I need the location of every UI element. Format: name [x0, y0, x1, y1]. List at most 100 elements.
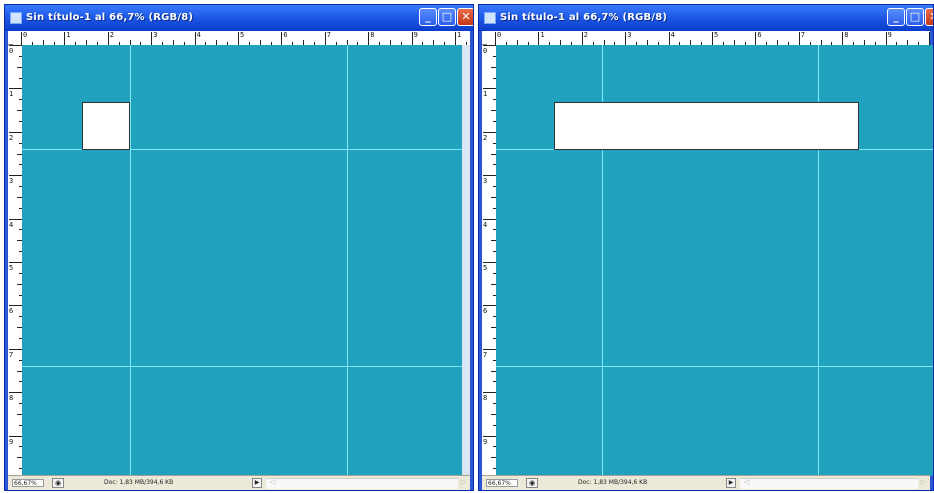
ruler-tick [885, 32, 887, 45]
zoom-field[interactable]: 66,67% [486, 479, 518, 487]
ruler-tick [9, 88, 22, 90]
ruler-number: 0 [483, 47, 488, 55]
ruler-tick [842, 32, 844, 45]
ruler-tick [538, 32, 540, 45]
ruler-tick [9, 45, 22, 46]
status-options-button[interactable]: ◉ [526, 478, 538, 488]
status-bar: 66,67% ◉ Doc: 1,83 MB/394,6 KB ▶ ◁ ▷ [8, 475, 470, 490]
status-bar: 66,67% ◉ Doc: 1,83 MB/394,6 KB ▶ ◁ ▷ [482, 475, 930, 490]
scroll-left-icon[interactable]: ◁ [744, 478, 749, 486]
close-button[interactable]: ✕ [457, 8, 473, 26]
ruler-tick [9, 175, 22, 177]
title-bar[interactable]: Sin título-1 al 66,7% (RGB/8) _ □ ✕ [479, 5, 933, 31]
ruler-tick [107, 32, 109, 45]
ruler-tick [483, 45, 496, 46]
document-icon [10, 12, 22, 24]
horizontal-scrollbar[interactable] [740, 478, 918, 489]
maximize-button[interactable]: □ [438, 8, 456, 26]
ruler-tick [324, 32, 326, 45]
ruler-number: 1 [483, 90, 488, 99]
status-menu-arrow-icon: ▶ [254, 479, 260, 486]
ruler-tick [712, 32, 713, 45]
ruler-number: 7 [483, 350, 488, 359]
ruler-tick [368, 32, 370, 45]
document-window-right[interactable]: Sin título-1 al 66,7% (RGB/8) _ □ ✕ 0 1 2 3… [478, 4, 934, 491]
horizontal-guide[interactable] [496, 366, 933, 367]
ruler-tick [411, 32, 413, 45]
ruler-number: 4 [196, 31, 201, 39]
scroll-right-icon[interactable]: ▷ [921, 478, 926, 486]
vertical-ruler[interactable]: 01234567891 [482, 45, 497, 476]
status-menu-button[interactable]: ▶ [726, 478, 736, 488]
ruler-tick [151, 32, 153, 45]
white-rectangle-shape[interactable] [554, 102, 859, 150]
ruler-number: 8 [370, 31, 375, 39]
horizontal-guide[interactable] [22, 366, 462, 367]
maximize-icon: □ [909, 10, 921, 23]
ruler-tick [194, 32, 196, 45]
image-canvas[interactable] [496, 45, 933, 476]
ruler-number: 8 [844, 31, 849, 39]
horizontal-ruler[interactable]: 01234567891 [487, 31, 930, 46]
horizontal-ruler[interactable]: 01234567891 [13, 31, 470, 46]
maximize-button[interactable]: □ [906, 8, 924, 26]
ruler-tick [9, 218, 22, 220]
document-size-info: Doc: 1,83 MB/394,6 KB [578, 479, 648, 486]
ruler-number: 5 [9, 264, 14, 272]
ruler-tick [483, 131, 496, 133]
minimize-button[interactable]: _ [887, 8, 905, 26]
ruler-tick [9, 392, 22, 394]
ruler-tick [281, 32, 283, 45]
close-button[interactable]: ✕ [925, 8, 933, 26]
vertical-guide[interactable] [347, 45, 348, 476]
maximize-icon: □ [441, 10, 453, 23]
status-options-button[interactable]: ◉ [52, 478, 64, 488]
ruler-tick [483, 218, 496, 220]
ruler-number: 9 [413, 31, 418, 39]
ruler-number: 9 [483, 437, 488, 446]
document-icon [484, 12, 496, 24]
zoom-field[interactable]: 66,67% [12, 479, 44, 487]
ruler-number: 1 [9, 90, 14, 99]
vertical-scrollbar[interactable] [462, 45, 470, 476]
ruler-number: 7 [326, 31, 332, 39]
document-window-left[interactable]: Sin título-1 al 66,7% (RGB/8) _ □ ✕ 0 1 2 3… [4, 4, 474, 491]
ruler-number: 5 [240, 31, 245, 39]
ruler-number: 2 [583, 31, 589, 39]
ruler-tick [755, 32, 757, 45]
ruler-number: 6 [757, 31, 762, 39]
minimize-icon: _ [425, 10, 431, 23]
ruler-number: 9 [887, 31, 892, 39]
status-menu-button[interactable]: ▶ [252, 478, 262, 488]
ruler-tick [455, 32, 456, 45]
image-canvas[interactable] [22, 45, 462, 476]
close-icon: ✕ [929, 10, 933, 23]
ruler-tick [668, 32, 670, 45]
minimize-button[interactable]: _ [419, 8, 437, 26]
ruler-number: 2 [109, 31, 115, 39]
title-bar[interactable]: Sin título-1 al 66,7% (RGB/8) _ □ ✕ [5, 5, 473, 31]
ruler-number: 0 [23, 31, 28, 39]
ruler-number: 3 [153, 31, 158, 39]
scroll-left-icon[interactable]: ◁ [270, 478, 275, 486]
scroll-right-icon[interactable]: ▷ [461, 478, 466, 486]
ruler-number: 4 [483, 220, 488, 229]
ruler-tick [929, 32, 930, 45]
ruler-tick [483, 435, 496, 437]
ruler-number: 6 [9, 307, 14, 316]
ruler-number: 0 [9, 47, 14, 55]
ruler-number: 7 [800, 31, 806, 39]
ruler-tick [798, 32, 800, 45]
ruler-tick [483, 348, 496, 350]
white-rectangle-shape[interactable] [82, 102, 130, 150]
ruler-tick [21, 32, 22, 45]
ruler-number: 1 [66, 31, 71, 39]
close-icon: ✕ [461, 10, 471, 23]
ruler-tick [9, 131, 22, 133]
vertical-ruler[interactable]: 01234567891 [8, 45, 23, 476]
ruler-tick [495, 32, 496, 45]
horizontal-scrollbar[interactable] [266, 478, 458, 489]
ruler-tick [9, 348, 22, 350]
window-title: Sin título-1 al 66,7% (RGB/8) [500, 12, 668, 23]
vertical-guide[interactable] [130, 45, 131, 476]
